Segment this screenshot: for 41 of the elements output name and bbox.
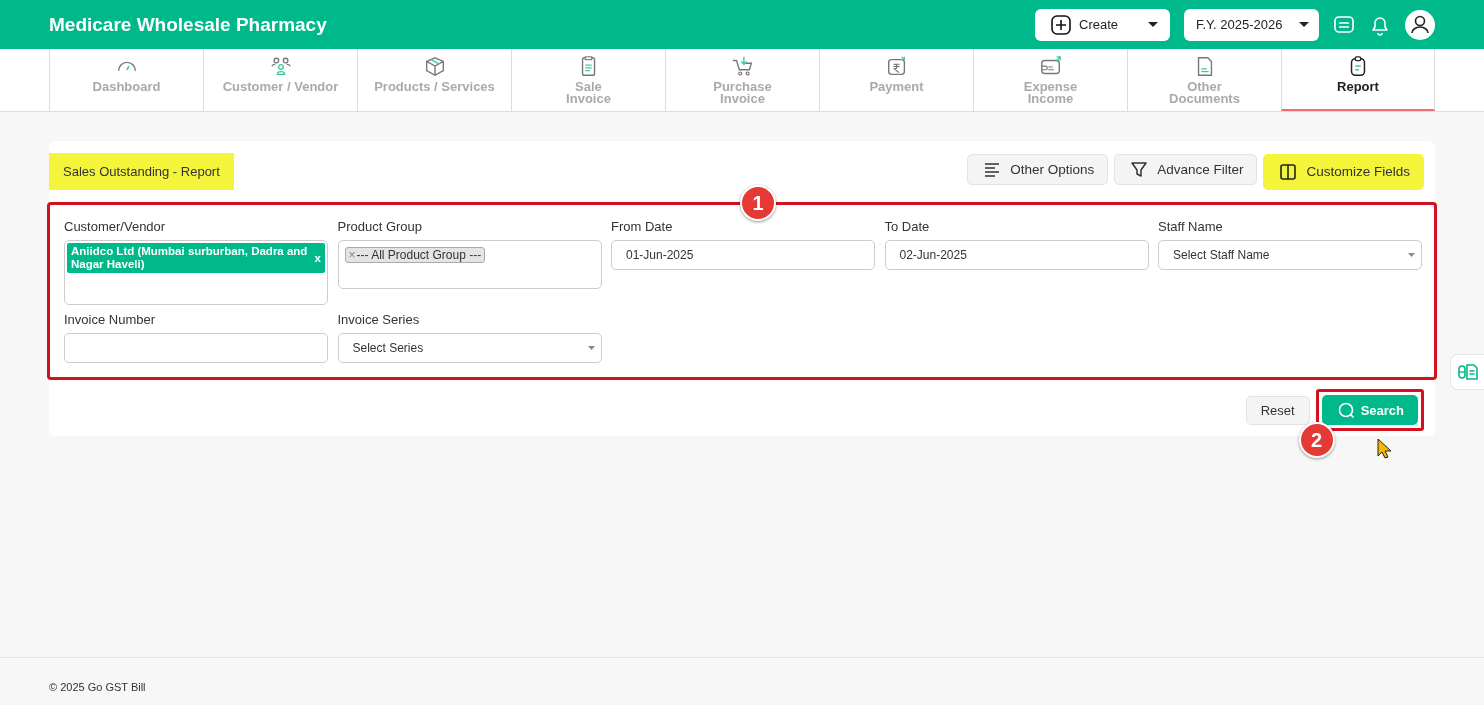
search-icon [1337, 401, 1355, 419]
field-label: Customer/Vendor [64, 219, 167, 234]
cart-icon [730, 55, 755, 79]
plus-icon [1051, 14, 1071, 35]
filter-icon [1129, 159, 1150, 179]
copyright-text: © 2025 Go GST Bill [49, 681, 146, 693]
create-button[interactable]: Create [1035, 8, 1170, 41]
field-label: Staff Name [1158, 219, 1224, 234]
caret-icon [1408, 253, 1415, 257]
text-field[interactable] [64, 333, 328, 363]
select-dropdown[interactable]: Select Series [337, 333, 602, 363]
side-tab[interactable] [1450, 354, 1484, 390]
date-field[interactable]: 02-Jun-2025 [884, 240, 1149, 270]
date-field[interactable]: 01-Jun-2025 [611, 240, 875, 270]
caret-icon [1148, 22, 1158, 27]
step-number-badge: 2 [1298, 422, 1335, 458]
toolbar-button[interactable]: Advance Filter [1114, 153, 1258, 185]
report-title: Sales Outstanding - Report [49, 153, 234, 190]
toolbar-button[interactable]: Other Options [967, 153, 1109, 185]
tag-label: --- All Product Group --- [356, 248, 482, 262]
avatar-icon [1405, 9, 1435, 40]
year-dropdown[interactable]: F.Y. 2025-2026 [1184, 8, 1319, 41]
field-label: Invoice Series [337, 312, 421, 327]
toolbar-button[interactable]: Customize Fields [1263, 153, 1424, 190]
select-dropdown[interactable]: Select Staff Name [1158, 240, 1422, 270]
tag-label: Aniidco Ltd (Mumbai surburban, Dadra and Nagar Haveli) [71, 245, 309, 271]
message-icon [1333, 14, 1355, 35]
cursor-icon [1376, 438, 1392, 459]
caret-icon [1299, 22, 1309, 27]
field-label: To Date [884, 219, 931, 234]
pill-document-icon [1457, 362, 1478, 382]
multi-select-field[interactable]: ×--- All Product Group --- [337, 240, 602, 289]
caret-icon [587, 346, 595, 350]
field-label: Product Group [337, 219, 424, 234]
reset-button[interactable]: Reset [1245, 395, 1310, 425]
step-number-badge: 1 [740, 185, 776, 221]
columns-icon [1278, 161, 1299, 182]
app-title: Medicare Wholesale Pharmacy [49, 13, 327, 36]
nav-tab[interactable]: Report [1281, 49, 1435, 111]
field-label: From Date [611, 219, 674, 234]
field-label: Invoice Number [64, 312, 157, 327]
